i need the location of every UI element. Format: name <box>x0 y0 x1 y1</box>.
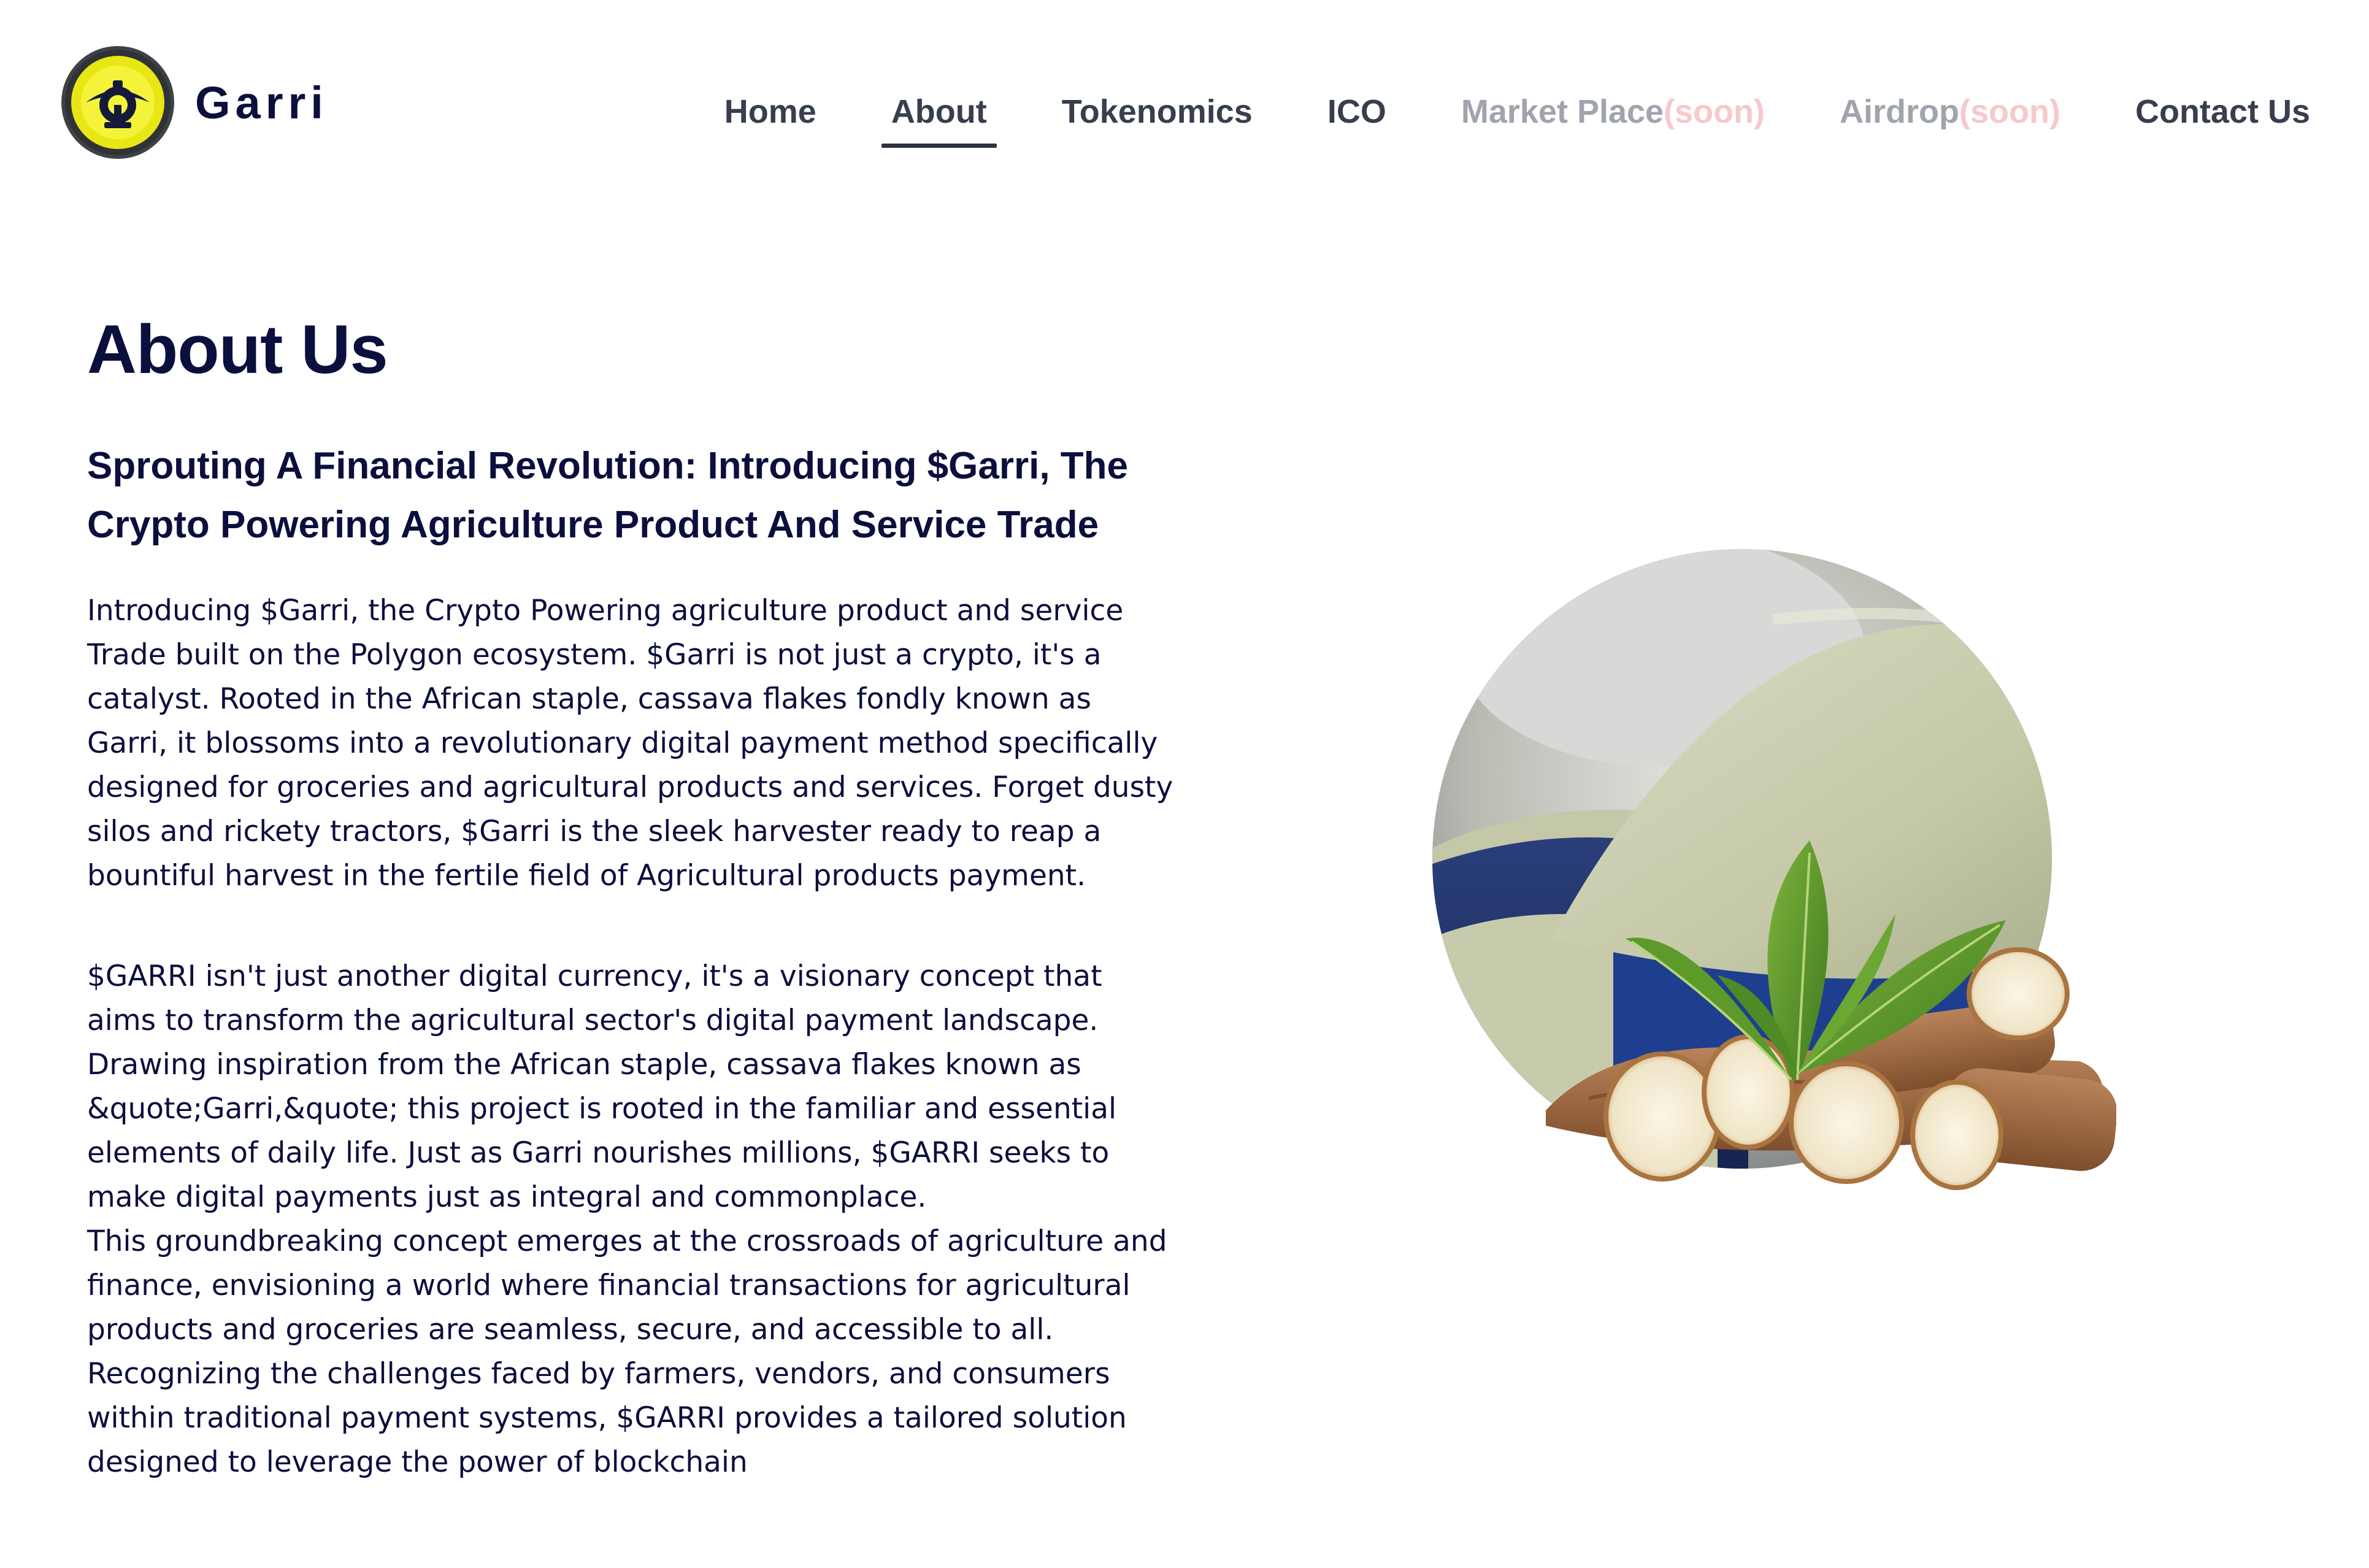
brand-name: Garri <box>195 77 328 128</box>
main-nav: Home About Tokenomics ICO Market Place(s… <box>715 92 2320 159</box>
nav-ico-label: ICO <box>1327 93 1386 130</box>
nav-airdrop-soon-badge: (soon) <box>1959 93 2060 130</box>
about-section: About Us Sprouting A Financial Revolutio… <box>87 307 1179 1485</box>
about-paragraph-1: Introducing $Garri, the Crypto Powering … <box>87 594 1173 893</box>
about-subtitle: Sprouting A Financial Revolution: Introd… <box>87 445 1129 546</box>
about-paragraph-2-line: Recognizing the challenges faced by farm… <box>87 1357 1127 1479</box>
nav-contact-us-label: Contact Us <box>2135 93 2310 130</box>
nav-tokenomics[interactable]: Tokenomics <box>1052 92 1262 148</box>
nav-tokenomics-label: Tokenomics <box>1061 93 1253 130</box>
about-paragraph-2-line: This groundbreaking concept emerges at t… <box>87 1224 1167 1347</box>
about-paragraph-2: $GARRI isn't just another digital curren… <box>87 955 1179 1485</box>
nav-market-place[interactable]: Market Place(soon) <box>1451 92 1775 148</box>
garri-cassava-image <box>1429 546 2118 1209</box>
nav-airdrop-label: Airdrop <box>1840 93 1960 130</box>
nav-home-label: Home <box>724 93 816 130</box>
brand-link[interactable]: Garri <box>61 44 328 161</box>
nav-home[interactable]: Home <box>715 92 826 148</box>
about-paragraph-2-line: $GARRI isn't just another digital curren… <box>87 959 1117 1214</box>
nav-market-place-soon-badge: (soon) <box>1664 93 1765 130</box>
nav-airdrop[interactable]: Airdrop(soon) <box>1830 92 2070 148</box>
nav-ico[interactable]: ICO <box>1318 92 1396 148</box>
page-title: About Us <box>87 311 388 388</box>
garri-logo-icon <box>61 46 174 159</box>
nav-contact-us[interactable]: Contact Us <box>2125 92 2320 148</box>
nav-about-label: About <box>891 93 987 130</box>
nav-about[interactable]: About <box>881 92 997 148</box>
nav-market-place-label: Market Place <box>1461 93 1664 130</box>
site-header: Garri Home About Tokenomics ICO Market P… <box>0 0 2369 184</box>
